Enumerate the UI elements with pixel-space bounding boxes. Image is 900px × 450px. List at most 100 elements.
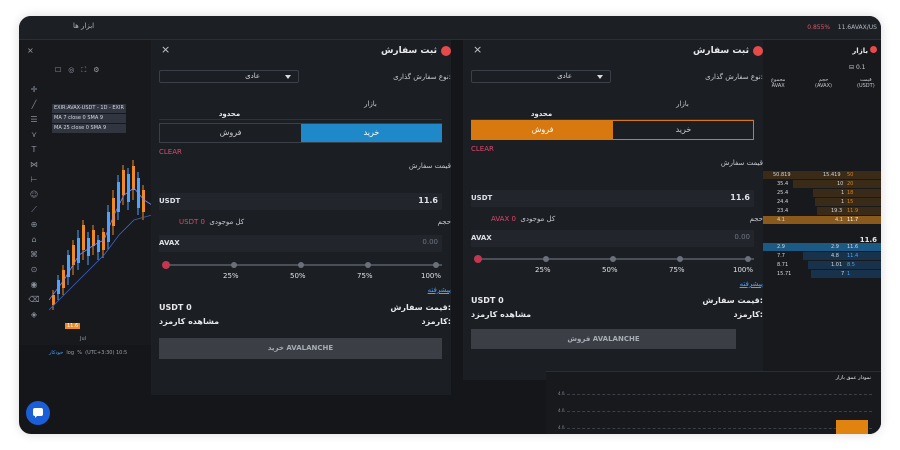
percent-scale-toggle[interactable]: % [77, 350, 82, 356]
amount-slider[interactable] [162, 261, 442, 269]
ask-row[interactable]: 23.4 19.3 11.9 [763, 207, 881, 215]
lock-draw-icon[interactable]: ⌘ [27, 247, 41, 262]
pattern-icon[interactable]: ⋈ [27, 157, 41, 172]
bid-row[interactable]: 7.7 4.8 11.4 [763, 252, 881, 260]
slider-stop[interactable] [610, 256, 616, 262]
log-scale-toggle[interactable]: log [66, 350, 74, 356]
pct-75[interactable]: 75% [357, 272, 373, 280]
bid-row[interactable]: 2.9 2.9 11.6 [763, 243, 881, 251]
price-input[interactable]: USDT 11.6 [159, 193, 442, 210]
available-label: کل موجودی [209, 218, 245, 226]
available-value: AVAX 0 [491, 215, 516, 223]
ticker-strip[interactable]: 0.855% 11.6AVAX/US [807, 24, 877, 31]
amount-slider[interactable] [474, 255, 754, 263]
chevron-down-icon [285, 75, 291, 79]
emoji-icon[interactable]: ☺ [27, 187, 41, 202]
camera-icon[interactable]: ◎ [68, 66, 81, 74]
slider-handle[interactable] [162, 261, 170, 269]
slider-stop[interactable] [543, 256, 549, 262]
drawing-toolbar: ✛ ╱ ☰ ⋎ T ⋈ ⊢ ☺ ⟋ ⊕ ⌂ ⌘ ⊙ ◉ ⌫ ◈ [27, 82, 41, 322]
buy-submit-button[interactable]: خرید AVALANCHE [159, 338, 442, 359]
pct-100[interactable]: 100% [733, 266, 753, 274]
ask-row[interactable]: 24.4 1 15 [763, 198, 881, 206]
pct-100[interactable]: 100% [421, 272, 441, 280]
parallel-lines-icon[interactable]: ☰ [27, 112, 41, 127]
order-price-label: قیمت سفارش: [390, 303, 451, 312]
tab-market[interactable]: بازار [612, 100, 753, 108]
bid-total: 8.71 [777, 262, 789, 268]
fullscreen-icon[interactable]: ⛶ [81, 66, 93, 74]
ruler-icon[interactable]: ⊢ [27, 172, 41, 187]
auto-scale-toggle[interactable]: خودکار [49, 350, 63, 356]
text-icon[interactable]: T [27, 142, 41, 157]
candlestick-chart[interactable] [49, 160, 152, 325]
bid-row[interactable]: 15.71 7 1 [763, 270, 881, 278]
sell-submit-button[interactable]: فروش AVALANCHE [471, 329, 736, 349]
trendline-icon[interactable]: ╱ [27, 97, 41, 112]
slider-stop[interactable] [433, 262, 439, 268]
sell-side-button[interactable]: فروش [160, 124, 301, 142]
slider-handle[interactable] [474, 255, 482, 263]
advanced-link[interactable]: پیشرفته [428, 286, 451, 294]
clear-button[interactable]: CLEAR [159, 148, 182, 156]
support-chat-button[interactable] [26, 401, 50, 425]
crosshair-icon[interactable]: ✛ [27, 82, 41, 97]
tools-menu[interactable]: ابزار ها [73, 22, 94, 30]
close-icon[interactable]: × [473, 43, 482, 56]
volume-input[interactable]: AVAX 0.00 [471, 230, 754, 247]
advanced-link[interactable]: پیشرفته [740, 280, 763, 288]
bid-row[interactable]: 8.71 1.01 8.5 [763, 261, 881, 269]
depth-bar [811, 270, 881, 278]
ask-price: 20 [847, 181, 854, 187]
pitchfork-icon[interactable]: ⋎ [27, 127, 41, 142]
order-type-select[interactable]: عادی [471, 70, 611, 83]
pct-25[interactable]: 25% [535, 266, 551, 274]
ask-volume: 4.1 [835, 217, 843, 223]
sell-side-button[interactable]: فروش [472, 121, 613, 139]
buy-side-button[interactable]: خرید [301, 124, 442, 142]
measure-icon[interactable]: ⟋ [27, 202, 41, 217]
trash-icon[interactable]: ⌫ [27, 292, 41, 307]
settings-icon[interactable]: ☐ [55, 66, 68, 74]
pct-50[interactable]: 50% [290, 272, 306, 280]
slider-stop[interactable] [231, 262, 237, 268]
lock-icon[interactable]: ⊙ [27, 262, 41, 277]
ask-volume: 15.419 [823, 172, 841, 178]
magnet-icon[interactable]: ⌂ [27, 232, 41, 247]
zoom-icon[interactable]: ⊕ [27, 217, 41, 232]
timezone-label[interactable]: (UTC+3:30) 10:5 [85, 350, 127, 356]
tab-limit[interactable]: محدود [159, 110, 300, 118]
clear-button[interactable]: CLEAR [471, 145, 494, 153]
layers-icon[interactable]: ◈ [27, 307, 41, 322]
pct-75[interactable]: 75% [669, 266, 685, 274]
ask-row[interactable]: 50.819 15.419 50 [763, 171, 881, 179]
buy-side-button[interactable]: خرید [613, 121, 754, 139]
slider-stop[interactable] [298, 262, 304, 268]
slider-stop[interactable] [677, 256, 683, 262]
ask-row[interactable]: 4.1 4.1 11.7 [763, 216, 881, 224]
pct-25[interactable]: 25% [223, 272, 239, 280]
ask-row[interactable]: 25.4 1 18 [763, 189, 881, 197]
orderbook-title: بازار [852, 46, 877, 55]
volume-input[interactable]: AVAX 0.00 [159, 235, 442, 252]
precision-select[interactable]: ⊟ 0.1 [849, 64, 865, 71]
slider-stop[interactable] [365, 262, 371, 268]
top-toolbar: ابزار ها 0.855% 11.6AVAX/US [19, 16, 881, 40]
view-fee-link[interactable]: مشاهده کارمزد [471, 310, 531, 319]
price-input[interactable]: USDT 11.6 [471, 190, 754, 207]
close-icon[interactable]: × [161, 43, 170, 56]
chart-legend: EXIR:AVAX-USDT - 1D - EXIR MA 7 close 0 … [52, 104, 126, 134]
tab-limit[interactable]: محدود [471, 110, 612, 118]
close-icon[interactable]: × [27, 46, 34, 55]
tab-market[interactable]: بازار [300, 100, 441, 108]
ask-price: 15 [847, 199, 854, 205]
view-fee-link[interactable]: مشاهده کارمزد [159, 317, 219, 326]
gear-icon[interactable]: ⚙ [93, 66, 106, 74]
slider-stop[interactable] [745, 256, 751, 262]
pct-50[interactable]: 50% [602, 266, 618, 274]
eye-icon[interactable]: ◉ [27, 277, 41, 292]
ask-row[interactable]: 35.4 10 20 [763, 180, 881, 188]
depth-gridline [562, 428, 872, 429]
sell-order-dialog: × ثبت سفارش نوع سفارش گذاری: عادی بازار … [463, 40, 763, 380]
order-type-select[interactable]: عادی [159, 70, 299, 83]
